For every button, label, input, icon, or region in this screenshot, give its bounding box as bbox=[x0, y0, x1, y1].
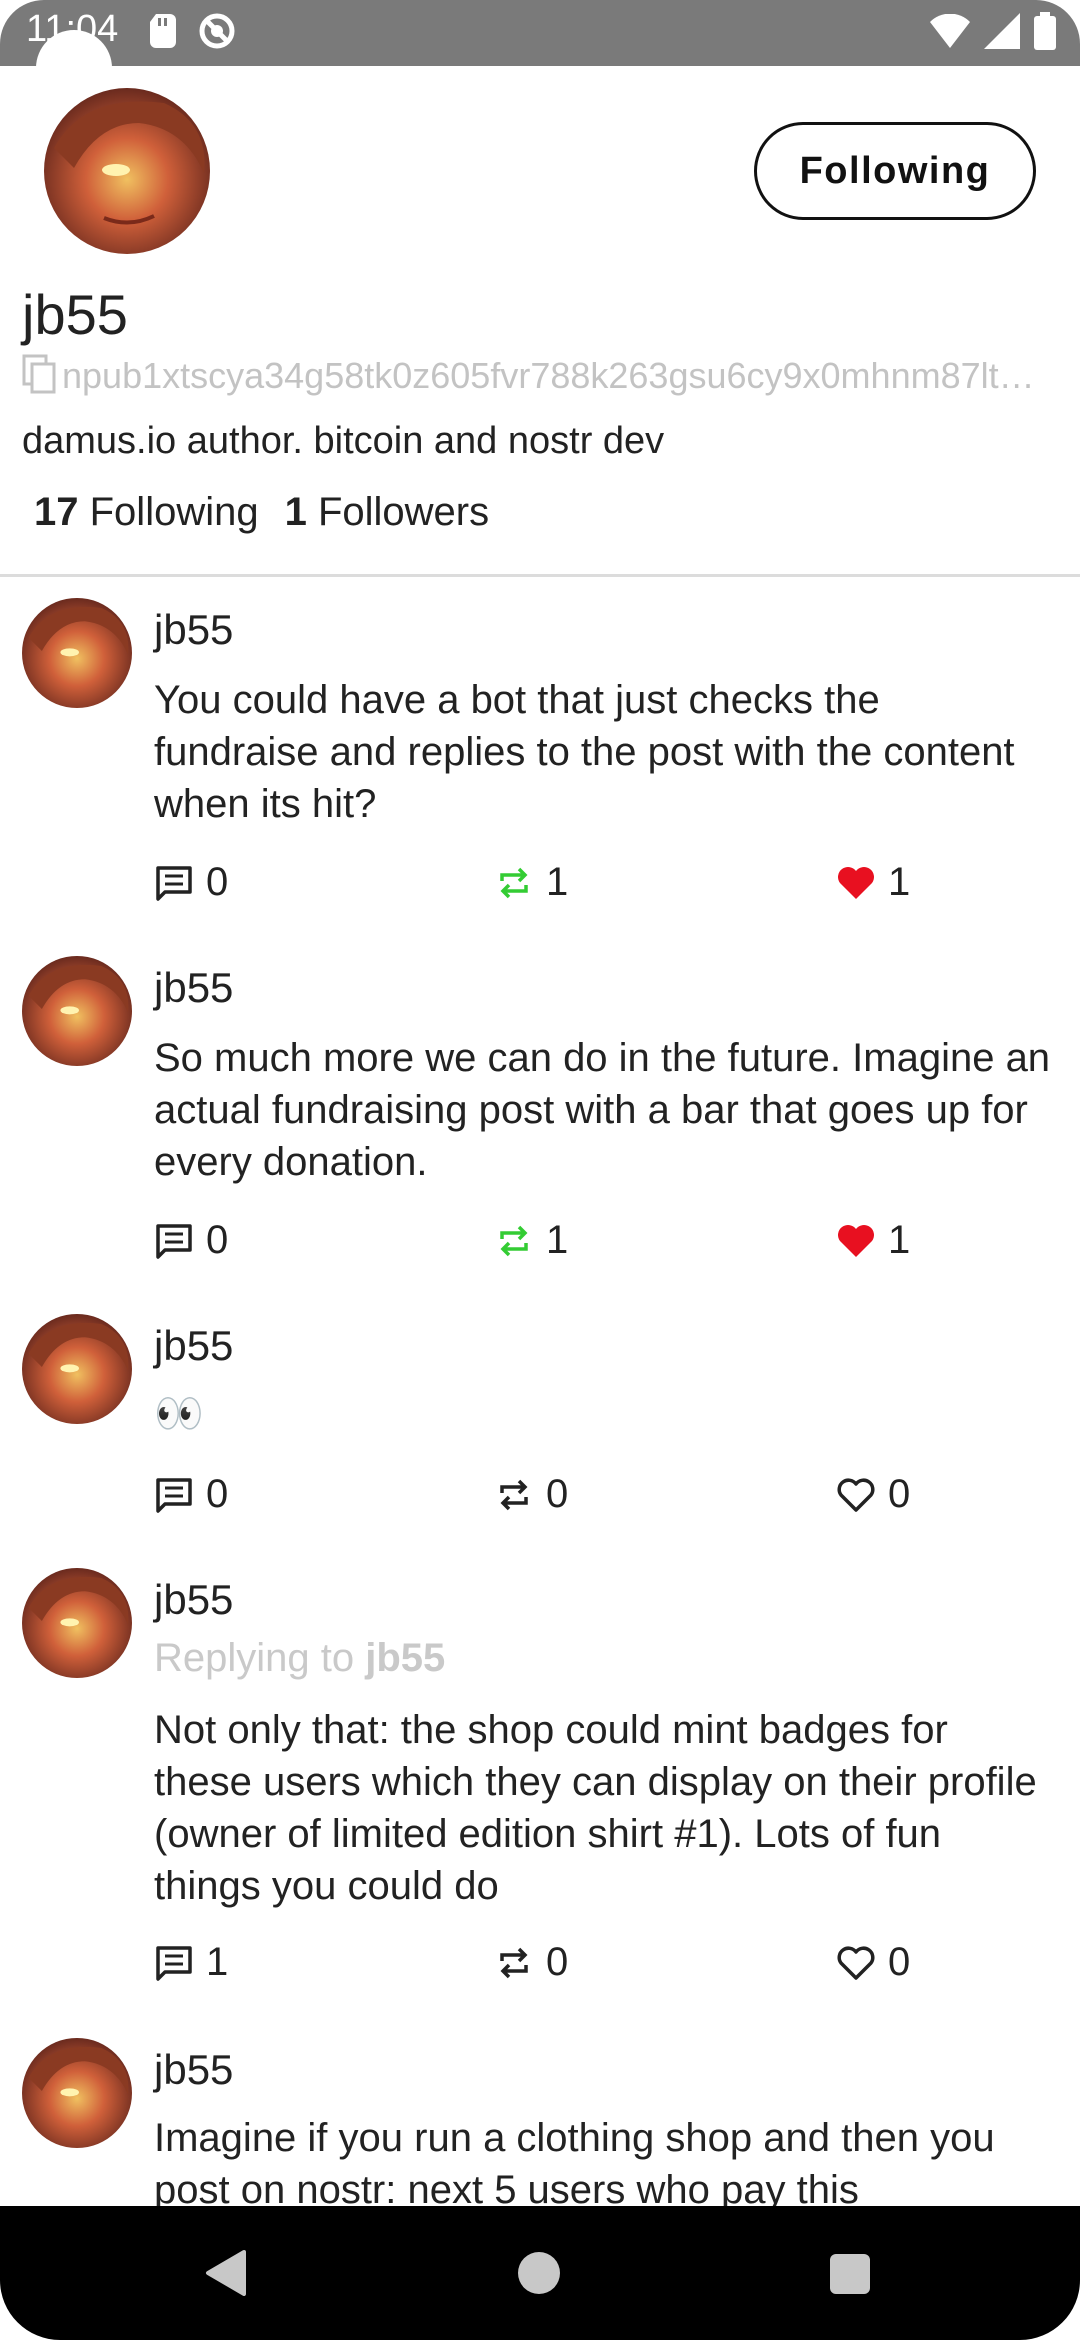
following-stat[interactable]: 17 Following bbox=[34, 490, 259, 535]
post-avatar[interactable] bbox=[22, 1314, 132, 1424]
recents-icon[interactable] bbox=[830, 2254, 870, 2294]
following-label: Following bbox=[89, 490, 259, 534]
post-item[interactable]: jb55 Imagine if you run a clothing shop … bbox=[0, 2038, 1080, 2208]
sd-card-icon bbox=[150, 14, 176, 53]
followers-count: 1 bbox=[284, 490, 307, 534]
home-icon[interactable] bbox=[518, 2252, 560, 2294]
pubkey-row[interactable]: npub1xtscya34g58tk0z605fvr788k263gsu6cy9… bbox=[22, 354, 1052, 398]
following-button[interactable]: Following bbox=[754, 122, 1036, 220]
status-left-icons bbox=[150, 12, 236, 55]
profile-avatar[interactable] bbox=[44, 88, 210, 254]
post-author[interactable]: jb55 bbox=[154, 606, 233, 654]
like-count: 0 bbox=[888, 1940, 911, 1984]
reply-action[interactable]: 1 bbox=[154, 1940, 228, 1985]
status-right-icons bbox=[930, 12, 1056, 55]
pubkey-text[interactable]: npub1xtscya34g58tk0z605fvr788k263gsu6cy9… bbox=[62, 355, 1052, 397]
replying-to-line[interactable]: Replying to jb55 bbox=[154, 1636, 445, 1681]
like-count: 1 bbox=[888, 860, 911, 904]
post-body[interactable]: 👀 bbox=[154, 1388, 1054, 1440]
heart-filled-icon bbox=[836, 863, 876, 903]
repost-count: 0 bbox=[546, 1940, 569, 1984]
reply-count: 1 bbox=[206, 1940, 229, 1984]
comment-icon bbox=[154, 1475, 194, 1515]
like-count: 0 bbox=[888, 1472, 911, 1516]
status-bar: 11:04 bbox=[0, 0, 1080, 66]
post-avatar[interactable] bbox=[22, 1568, 132, 1678]
reply-count: 0 bbox=[206, 1218, 229, 1262]
repost-count: 1 bbox=[546, 1218, 569, 1262]
copy-icon[interactable] bbox=[22, 354, 58, 399]
post-body[interactable]: So much more we can do in the future. Im… bbox=[154, 1032, 1054, 1188]
post-author[interactable]: jb55 bbox=[154, 1576, 233, 1624]
like-action[interactable]: 1 bbox=[836, 860, 910, 905]
no-access-icon bbox=[198, 12, 236, 55]
post-item[interactable]: jb55 You could have a bot that just chec… bbox=[0, 598, 1080, 928]
like-action[interactable]: 0 bbox=[836, 1940, 910, 1985]
followers-stat[interactable]: 1 Followers bbox=[285, 490, 490, 535]
like-action[interactable]: 1 bbox=[836, 1218, 910, 1263]
post-avatar[interactable] bbox=[22, 598, 132, 708]
post-actions: 0 1 1 bbox=[154, 1218, 1054, 1268]
like-count: 1 bbox=[888, 1218, 911, 1262]
profile-bio: damus.io author. bitcoin and nostr dev bbox=[22, 420, 665, 462]
repost-count: 0 bbox=[546, 1472, 569, 1516]
repost-action[interactable]: 0 bbox=[494, 1940, 568, 1985]
post-actions: 0 1 1 bbox=[154, 860, 1054, 910]
heart-outline-icon bbox=[836, 1475, 876, 1515]
repost-count: 1 bbox=[546, 860, 569, 904]
reply-action[interactable]: 0 bbox=[154, 1218, 228, 1263]
repost-action[interactable]: 0 bbox=[494, 1472, 568, 1517]
post-author[interactable]: jb55 bbox=[154, 1322, 233, 1370]
comment-icon bbox=[154, 863, 194, 903]
post-author[interactable]: jb55 bbox=[154, 2046, 233, 2094]
back-icon[interactable] bbox=[204, 2250, 246, 2301]
replying-to-prefix: Replying to bbox=[154, 1636, 355, 1680]
heart-filled-icon bbox=[836, 1221, 876, 1261]
post-item[interactable]: jb55 Replying to jb55 Not only that: the… bbox=[0, 1568, 1080, 1988]
reply-count: 0 bbox=[206, 1472, 229, 1516]
following-count: 17 bbox=[34, 490, 79, 534]
wifi-icon bbox=[930, 13, 970, 53]
profile-stats: 17 Following 1 Followers bbox=[34, 490, 489, 535]
reply-action[interactable]: 0 bbox=[154, 860, 228, 905]
system-nav-bar bbox=[0, 2206, 1080, 2340]
heart-outline-icon bbox=[836, 1943, 876, 1983]
repost-action[interactable]: 1 bbox=[494, 1218, 568, 1263]
repost-icon bbox=[494, 863, 534, 903]
repost-action[interactable]: 1 bbox=[494, 860, 568, 905]
repost-icon bbox=[494, 1943, 534, 1983]
reply-count: 0 bbox=[206, 860, 229, 904]
like-action[interactable]: 0 bbox=[836, 1472, 910, 1517]
comment-icon bbox=[154, 1943, 194, 1983]
profile-display-name: jb55 bbox=[22, 283, 128, 346]
repost-icon bbox=[494, 1475, 534, 1515]
comment-icon bbox=[154, 1221, 194, 1261]
post-avatar[interactable] bbox=[22, 2038, 132, 2148]
post-item[interactable]: jb55 👀 0 0 0 bbox=[0, 1314, 1080, 1534]
post-actions: 1 0 0 bbox=[154, 1940, 1054, 1990]
followers-label: Followers bbox=[317, 490, 490, 534]
replying-to-user[interactable]: jb55 bbox=[365, 1636, 445, 1680]
repost-icon bbox=[494, 1221, 534, 1261]
post-actions: 0 0 0 bbox=[154, 1472, 1054, 1522]
post-body[interactable]: You could have a bot that just checks th… bbox=[154, 674, 1054, 830]
header-divider bbox=[0, 574, 1080, 577]
post-body[interactable]: Not only that: the shop could mint badge… bbox=[154, 1704, 1054, 1912]
signal-icon bbox=[984, 13, 1020, 54]
battery-icon bbox=[1034, 12, 1056, 55]
post-item[interactable]: jb55 So much more we can do in the futur… bbox=[0, 956, 1080, 1286]
post-body[interactable]: Imagine if you run a clothing shop and t… bbox=[154, 2112, 1054, 2208]
post-avatar[interactable] bbox=[22, 956, 132, 1066]
post-author[interactable]: jb55 bbox=[154, 964, 233, 1012]
reply-action[interactable]: 0 bbox=[154, 1472, 228, 1517]
